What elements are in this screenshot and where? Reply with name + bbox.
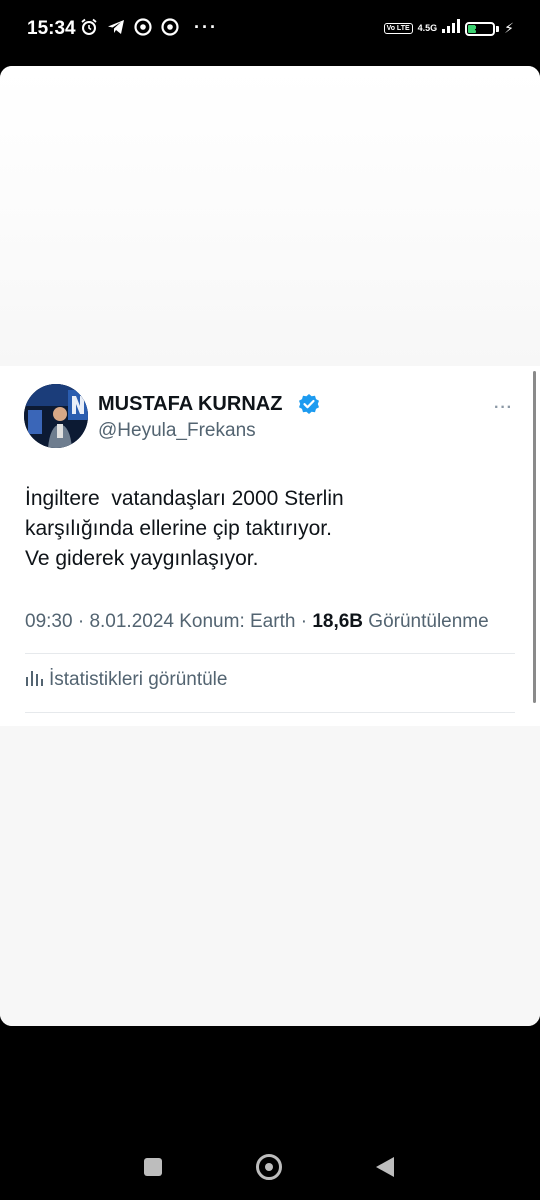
tweet-date[interactable]: 8.01.2024 (89, 611, 174, 632)
home-button[interactable] (256, 1154, 282, 1180)
verified-badge-icon (298, 393, 320, 415)
divider (25, 712, 515, 713)
navigation-bar (0, 1140, 540, 1195)
status-time: 15:34 (27, 18, 76, 39)
battery-tip (496, 25, 500, 32)
user-handle[interactable]: @Heyula_Frekans (98, 420, 256, 442)
battery-icon: 30 (465, 21, 496, 36)
volte-badge: Vo LTE (383, 23, 413, 34)
chrome-icon (161, 18, 179, 36)
divider (25, 653, 515, 654)
tweet[interactable]: MUSTAFA KURNAZ @Heyula_Frekans ··· İngil… (0, 366, 540, 726)
content-card: MUSTAFA KURNAZ @Heyula_Frekans ··· İngil… (0, 66, 540, 1026)
view-count: 18,6B (312, 611, 364, 632)
recent-apps-button[interactable] (144, 1158, 162, 1176)
more-notifications-icon: ··· (194, 17, 218, 37)
avatar[interactable] (24, 384, 88, 448)
back-button[interactable] (376, 1157, 394, 1177)
view-label: Görüntülenme (368, 611, 489, 632)
system-icons: Vo LTE 4.5G 30 ⚡ (383, 19, 514, 38)
tweet-meta: 09:30 · 8.01.2024 Konum: Earth · 18,6B G… (25, 611, 489, 633)
charging-icon: ⚡ (504, 20, 514, 36)
empty-area-top (0, 66, 540, 366)
separator: · (77, 611, 90, 632)
battery-percent: 30 (474, 22, 486, 34)
tweet-time[interactable]: 09:30 (25, 611, 73, 632)
home-dot (265, 1163, 273, 1171)
telegram-icon (107, 18, 125, 36)
display-name[interactable]: MUSTAFA KURNAZ (98, 393, 282, 416)
more-options-icon[interactable]: ··· (494, 399, 513, 417)
scrollbar[interactable] (533, 371, 536, 703)
alarm-icon (80, 18, 98, 36)
chrome-icon (134, 18, 152, 36)
status-bar: 15:34 ··· Vo LTE 4.5G 30 ⚡ (0, 0, 540, 62)
signal-icon (442, 19, 461, 38)
network-type: 4.5G (417, 23, 438, 33)
empty-area-bottom (0, 726, 540, 1026)
analytics-icon (25, 668, 43, 692)
view-stats-link[interactable]: İstatistikleri görüntüle (25, 668, 227, 692)
separator: · (300, 611, 313, 632)
notification-icons: ··· (80, 18, 218, 36)
tweet-text: İngiltere vatandaşları 2000 Sterlin karş… (25, 487, 344, 570)
tweet-location: Konum: Earth (179, 611, 296, 632)
view-stats-label[interactable]: İstatistikleri görüntüle (49, 669, 227, 691)
